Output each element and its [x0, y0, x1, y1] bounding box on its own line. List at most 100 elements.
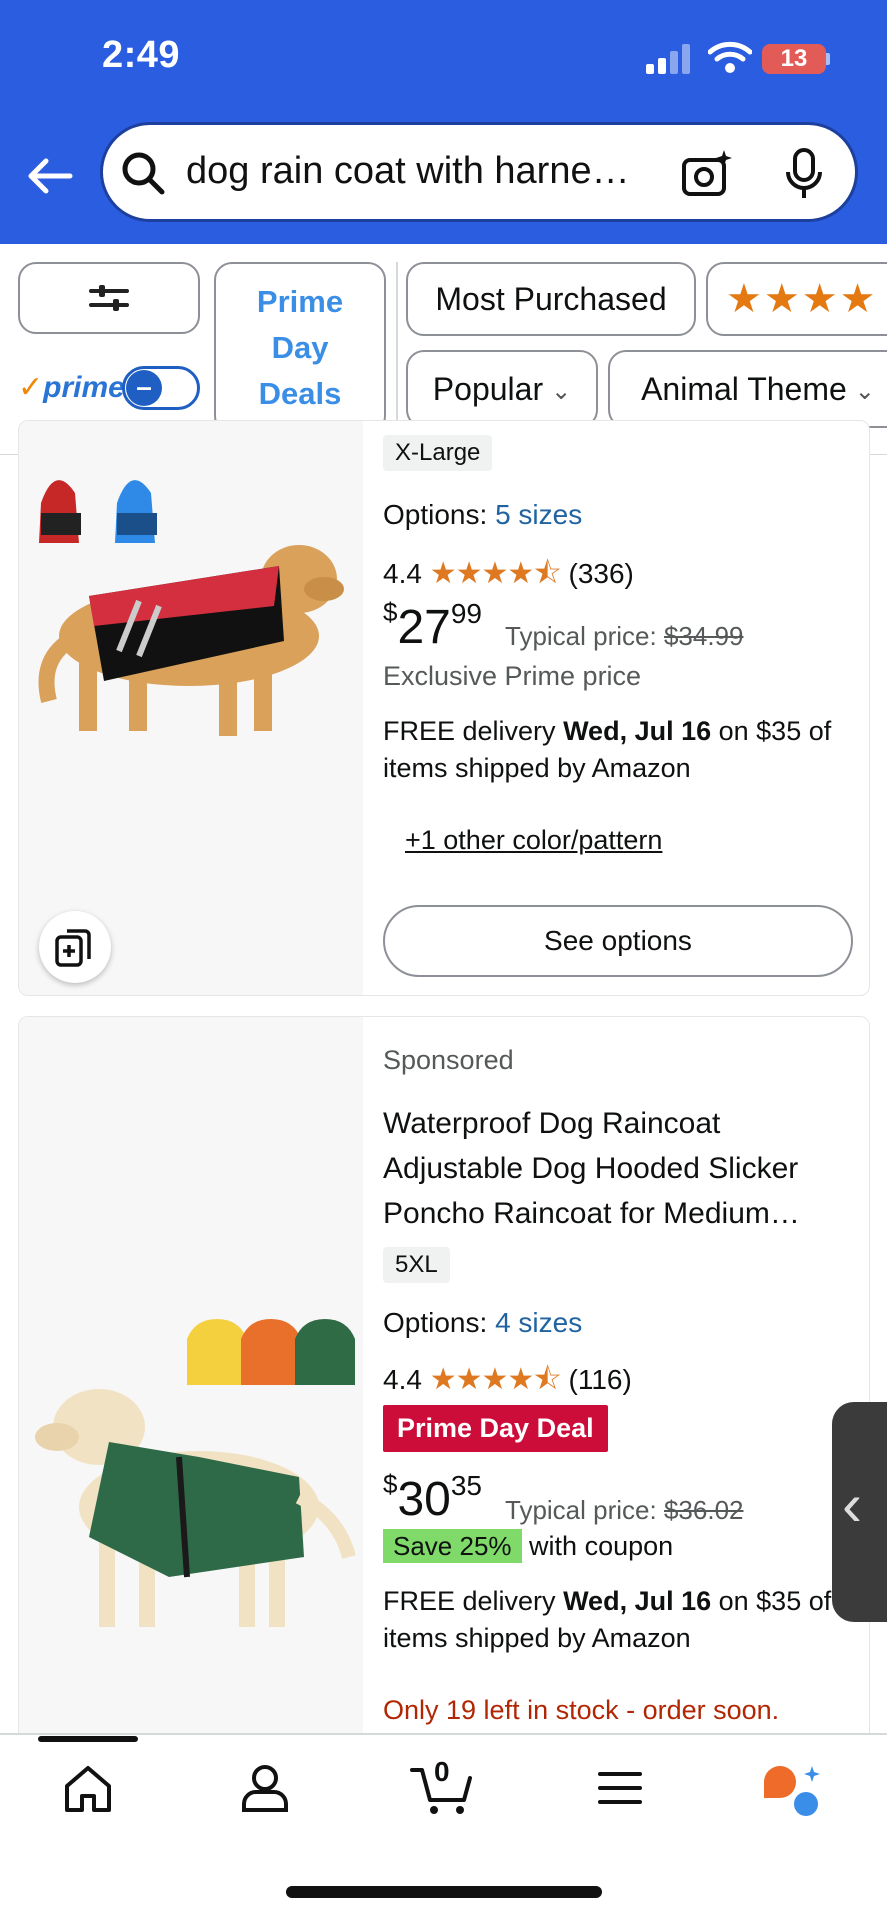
back-arrow-icon[interactable]: [24, 150, 76, 202]
delivery-prefix: FREE delivery: [383, 716, 564, 746]
chevron-down-icon: ⌄: [854, 377, 875, 405]
options-label: Options:: [383, 1307, 488, 1338]
other-color-link[interactable]: +1 other color/pattern: [405, 825, 662, 856]
delivery-line2: items shipped by Amazon: [383, 1623, 691, 1653]
compare-button[interactable]: [39, 911, 111, 983]
title-line: Poncho Raincoat for Medium…: [383, 1197, 800, 1230]
exclusive-prime-price: Exclusive Prime price: [383, 661, 642, 691]
color-swatch-blue: [115, 480, 157, 543]
price-cents: 99: [450, 598, 483, 629]
rating-row[interactable]: 4.4 ★★★★⯪ (116): [383, 1357, 632, 1408]
home-icon[interactable]: [62, 1764, 114, 1814]
product-title[interactable]: Waterproof Dog Raincoat Adjustable Dog H…: [383, 1101, 800, 1236]
active-tab-indicator: [38, 1736, 138, 1742]
title-line: Waterproof Dog Raincoat: [383, 1107, 721, 1140]
options-link[interactable]: 4 sizes: [495, 1307, 582, 1338]
review-count: (116): [568, 1364, 632, 1395]
prime-day-deals-line: Day: [271, 330, 329, 365]
typical-price: Typical price: $36.02: [505, 1495, 744, 1526]
account-icon[interactable]: [240, 1762, 290, 1814]
chip-label: Popular: [432, 370, 544, 407]
delivery-suffix: on $35 of: [711, 1586, 832, 1616]
home-indicator: [286, 1886, 602, 1898]
product-card[interactable]: X-Large Options: 5 sizes 4.4 ★★★★⯪ (336)…: [18, 420, 870, 996]
product-image: [35, 1319, 356, 1627]
star-rating-icon: ★★★★⯪: [429, 557, 562, 590]
filters-button[interactable]: [18, 262, 200, 334]
delivery-info: FREE delivery Wed, Jul 16 on $35 of item…: [383, 713, 831, 787]
compare-add-icon: [55, 929, 91, 967]
coupon-text: with coupon: [529, 1531, 674, 1561]
chevron-left-icon: ‹: [842, 1471, 862, 1538]
toggle-knob-icon: –: [126, 370, 162, 406]
prime-day-deals-line: Deals: [258, 376, 342, 411]
options-link[interactable]: 5 sizes: [495, 499, 582, 530]
stock-warning: Only 19 left in stock - order soon.: [383, 1695, 780, 1725]
cellular-signal-icon: [646, 44, 690, 74]
see-options-label: See options: [544, 925, 692, 956]
typical-price-label: Typical price:: [505, 621, 657, 651]
see-options-button[interactable]: See options: [383, 905, 853, 977]
product-image: [38, 480, 344, 736]
coupon-row[interactable]: Save 25% with coupon: [383, 1529, 674, 1563]
product-image-pane[interactable]: [19, 1017, 363, 1777]
microphone-icon[interactable]: [784, 146, 824, 202]
cart-count: 0: [434, 1756, 450, 1787]
typical-price-value: $34.99: [663, 621, 744, 651]
filter-divider: [396, 262, 398, 426]
rufus-assistant-icon[interactable]: [762, 1764, 826, 1820]
battery-tip: [826, 53, 830, 65]
search-icon: [122, 152, 165, 195]
product-image-pane[interactable]: [19, 421, 363, 995]
options-row: Options: 5 sizes: [383, 499, 582, 531]
save-badge: Save 25%: [383, 1529, 522, 1563]
search-query[interactable]: dog rain coat with harne…: [186, 150, 630, 193]
prime-day-deal-badge: Prime Day Deal: [383, 1405, 608, 1452]
prime-logo: ✓prime: [18, 371, 125, 404]
chip-label: Animal Theme: [641, 370, 847, 407]
typical-price: Typical price: $34.99: [505, 621, 744, 652]
price-whole: 27: [397, 601, 451, 654]
prime-day-deals-line: Prime: [256, 284, 344, 319]
wifi-icon: [708, 41, 752, 73]
chevron-down-icon: ⌄: [551, 377, 572, 405]
price: $3035: [383, 1469, 482, 1527]
rating-value: 4.4: [383, 558, 422, 589]
typical-price-label: Typical price:: [505, 1495, 657, 1525]
title-line: Adjustable Dog Hooded Slicker: [383, 1152, 799, 1185]
price-whole: 30: [397, 1473, 451, 1526]
delivery-line2: items shipped by Amazon: [383, 753, 691, 783]
price-cents: 35: [450, 1470, 483, 1501]
most-purchased-chip[interactable]: Most Purchased: [406, 262, 696, 336]
rating-row[interactable]: 4.4 ★★★★⯪ (336): [383, 551, 634, 602]
status-time: 2:49: [102, 34, 181, 76]
sliders-icon: [89, 285, 129, 311]
delivery-info: FREE delivery Wed, Jul 16 on $35 of item…: [383, 1583, 831, 1657]
delivery-suffix: on $35 of: [711, 716, 832, 746]
size-badge: 5XL: [383, 1247, 450, 1283]
options-label: Options:: [383, 499, 488, 530]
currency-symbol: $: [383, 1469, 398, 1499]
delivery-prefix: FREE delivery: [383, 1586, 564, 1616]
menu-icon[interactable]: [598, 1770, 642, 1806]
options-row: Options: 4 sizes: [383, 1307, 582, 1339]
color-swatch-red: [39, 480, 81, 543]
currency-symbol: $: [383, 597, 398, 627]
star-rating-chip[interactable]: ★★★★: [706, 262, 887, 336]
chip-label: Most Purchased: [435, 280, 667, 317]
delivery-date: Wed, Jul 16: [563, 716, 712, 746]
star-rating-icon: ★★★★: [726, 277, 878, 321]
popular-dropdown[interactable]: Popular ⌄: [406, 350, 598, 428]
camera-search-icon[interactable]: [680, 148, 736, 200]
animal-theme-dropdown[interactable]: Animal Theme ⌄: [608, 350, 887, 428]
battery-indicator: 13: [762, 44, 826, 74]
rating-value: 4.4: [383, 1364, 422, 1395]
price: $2799: [383, 597, 482, 655]
prime-day-deals-chip[interactable]: Prime Day Deals: [214, 262, 386, 434]
sponsored-label: Sponsored: [383, 1045, 514, 1075]
product-card[interactable]: Sponsored Waterproof Dog Raincoat Adjust…: [18, 1016, 870, 1778]
review-count: (336): [568, 558, 634, 589]
delivery-date: Wed, Jul 16: [563, 1586, 712, 1616]
typical-price-value: $36.02: [663, 1495, 744, 1525]
star-rating-icon: ★★★★⯪: [429, 1363, 562, 1396]
